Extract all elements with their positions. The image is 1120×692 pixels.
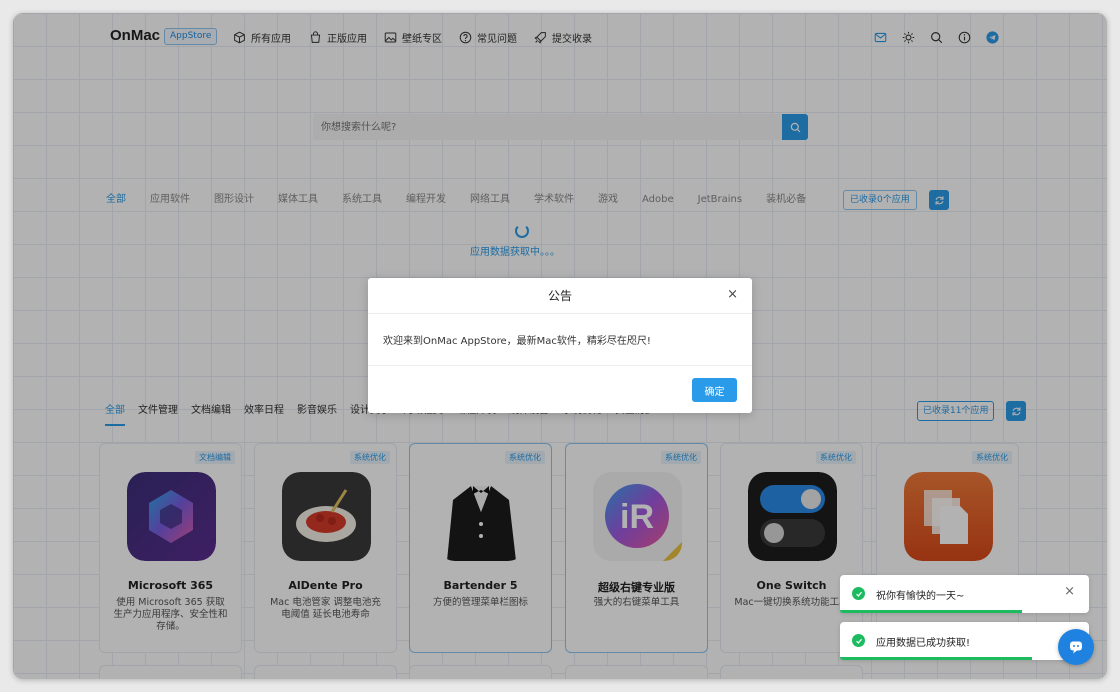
toast-progress-bar [840, 610, 1022, 613]
confirm-button[interactable]: 确定 [692, 378, 737, 402]
toast-notification: 祝你有愉快的一天~ × [840, 575, 1089, 613]
toast-message: 应用数据已成功获取! [876, 638, 971, 649]
dialog-body: 欢迎来到OnMac AppStore，最新Mac软件，精彩尽在咫尺! [368, 314, 752, 366]
close-icon[interactable]: × [727, 288, 738, 302]
toast-notification: 应用数据已成功获取! [840, 622, 1089, 660]
chat-icon [1070, 641, 1082, 654]
app-window: OnMac AppStore 所有应用 正版应用 壁纸专区 常见问题 提交收录 [13, 13, 1107, 679]
dialog-header: 公告 × [368, 278, 752, 314]
toast-message: 祝你有愉快的一天~ [876, 591, 965, 602]
close-icon[interactable]: × [1064, 585, 1075, 599]
chat-support-button[interactable] [1058, 629, 1094, 665]
dialog-footer: 确定 [368, 366, 752, 412]
check-icon [852, 634, 865, 647]
check-icon [852, 587, 865, 600]
dialog-title: 公告 [547, 289, 572, 303]
announcement-dialog: 公告 × 欢迎来到OnMac AppStore，最新Mac软件，精彩尽在咫尺! … [368, 278, 752, 413]
toast-progress-bar [840, 657, 1032, 660]
